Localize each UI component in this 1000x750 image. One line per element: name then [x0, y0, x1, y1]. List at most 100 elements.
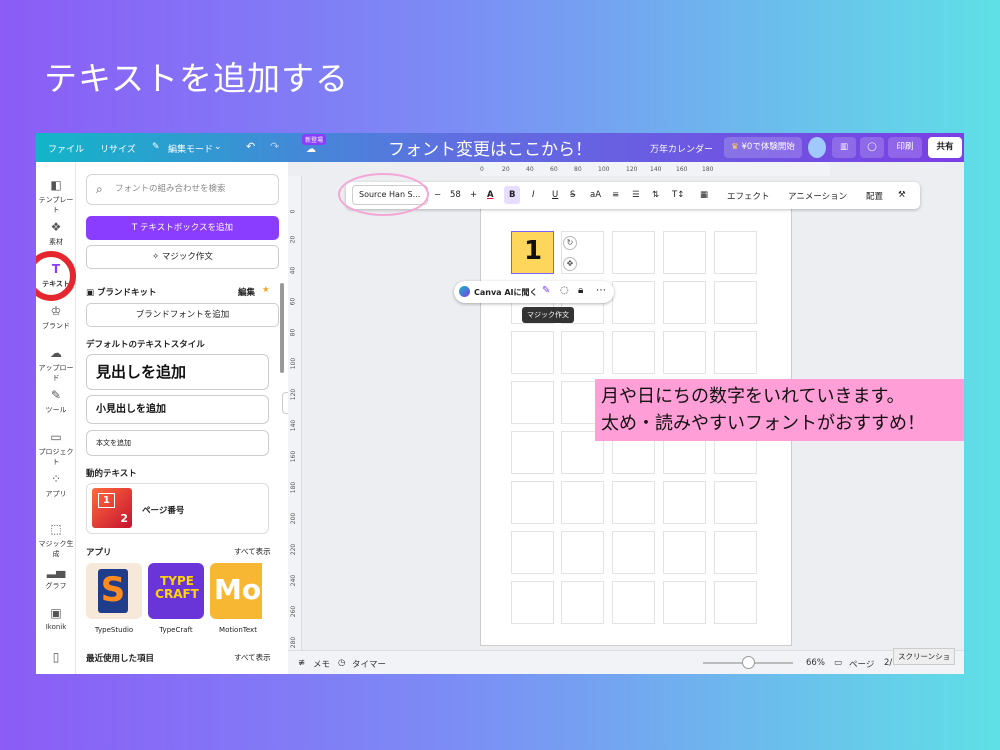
rail-item-projects[interactable]: ▭ プロジェクト — [36, 430, 76, 467]
document-title[interactable]: 万年カレンダー — [650, 142, 713, 155]
rail-item-chart[interactable]: ▂▄ グラフ — [36, 564, 76, 591]
calendar-cell[interactable] — [714, 531, 757, 574]
magic-write-icon[interactable]: ✎ — [542, 285, 550, 296]
align-center-icon[interactable]: ≡ — [612, 190, 619, 200]
undo-icon[interactable]: ↶ — [246, 140, 255, 153]
rotate-icon[interactable]: ↻ — [563, 236, 577, 250]
add-textbox-button[interactable]: T テキストボックスを追加 — [86, 216, 279, 240]
motiontext-app-card[interactable]: Mo — [210, 563, 262, 619]
calendar-cell[interactable] — [612, 231, 655, 274]
paint-format-icon[interactable]: ⚒ — [898, 190, 906, 200]
cloud-sync-icon[interactable]: ☁ — [306, 144, 316, 155]
spacing-icon[interactable]: T↕ — [672, 190, 684, 200]
add-body-button[interactable]: 本文を追加 — [86, 430, 269, 456]
calendar-cell[interactable] — [663, 231, 706, 274]
add-subheading-button[interactable]: 小見出しを追加 — [86, 395, 269, 424]
calendar-cell[interactable] — [663, 481, 706, 524]
calendar-cell[interactable] — [714, 481, 757, 524]
edit-brand-link[interactable]: 編集 — [238, 286, 255, 298]
calendar-cell[interactable] — [511, 581, 554, 624]
more-options-icon[interactable]: ⋯ — [596, 285, 606, 296]
font-size-input[interactable]: 58 — [450, 190, 461, 200]
calendar-cell[interactable] — [612, 331, 655, 374]
rail-item-apps[interactable]: ⁘ アプリ — [36, 472, 76, 499]
increase-size-button[interactable]: + — [470, 190, 477, 200]
calendar-cell[interactable] — [511, 331, 554, 374]
resize-menu[interactable]: リサイズ — [100, 142, 136, 155]
page-number-card[interactable]: 1 2 ページ番号 — [86, 483, 269, 534]
add-heading-button[interactable]: 見出しを追加 — [86, 354, 269, 390]
pages-icon[interactable]: ▭ — [834, 658, 842, 668]
redo-icon[interactable]: ↷ — [270, 140, 279, 153]
animation-button[interactable]: アニメーション — [788, 190, 847, 202]
calendar-cell[interactable] — [714, 231, 757, 274]
rail-item-template[interactable]: ◧ テンプレート — [36, 178, 76, 215]
calendar-cell-selected[interactable]: 1 — [511, 231, 554, 274]
panel-scrollbar[interactable] — [280, 283, 284, 373]
transparency-icon[interactable]: ▦ — [700, 190, 708, 200]
strikethrough-icon[interactable]: S̶ — [570, 190, 575, 200]
notes-icon[interactable]: ≢ — [298, 658, 305, 668]
calendar-cell[interactable] — [663, 281, 706, 324]
list-icon[interactable]: ☰ — [632, 190, 640, 200]
rail-item-more[interactable]: ▯ — [36, 650, 76, 667]
italic-button[interactable]: I — [532, 190, 535, 200]
calendar-cell[interactable] — [663, 331, 706, 374]
rail-item-elements[interactable]: ❖ 素材 — [36, 220, 76, 247]
print-button[interactable]: 印刷 — [888, 137, 922, 158]
lock-icon[interactable]: 🔒︎ — [578, 285, 583, 296]
calendar-cell[interactable] — [561, 331, 604, 374]
file-menu[interactable]: ファイル — [48, 142, 84, 155]
calendar-cell[interactable] — [511, 431, 554, 474]
comment-add-icon[interactable]: ◌ — [560, 285, 569, 296]
bold-button[interactable]: B — [504, 186, 521, 204]
calendar-cell[interactable] — [612, 581, 655, 624]
calendar-cell[interactable] — [561, 481, 604, 524]
edit-mode-menu[interactable]: 編集モード — [168, 142, 213, 155]
calendar-cell[interactable] — [714, 331, 757, 374]
rail-item-brand[interactable]: ♔ ブランド — [36, 304, 76, 331]
rail-item-upload[interactable]: ☁ アップロード — [36, 346, 76, 383]
move-icon[interactable]: ✥ — [563, 257, 577, 271]
calendar-cell[interactable] — [561, 531, 604, 574]
analytics-icon[interactable]: ▥ — [832, 137, 856, 158]
add-brand-font-button[interactable]: ブランドフォントを追加 — [86, 303, 279, 327]
decrease-size-button[interactable]: − — [434, 190, 441, 200]
comment-icon[interactable]: ◯ — [860, 137, 884, 158]
calendar-cell[interactable] — [511, 531, 554, 574]
underline-button[interactable]: U — [552, 190, 558, 200]
rail-item-ikonik[interactable]: ▣ Ikonik — [36, 606, 76, 631]
chevron-down-icon[interactable]: ⌄ — [214, 142, 222, 152]
calendar-cell[interactable] — [663, 581, 706, 624]
canva-ai-button[interactable]: Canva AIに聞く — [474, 287, 538, 298]
avatar[interactable] — [808, 137, 826, 158]
calendar-cell[interactable] — [612, 531, 655, 574]
calendar-cell[interactable] — [714, 581, 757, 624]
effects-button[interactable]: エフェクト — [727, 190, 770, 202]
share-button[interactable]: 共有 — [928, 137, 962, 158]
date-number[interactable]: 1 — [524, 236, 542, 266]
calendar-cell[interactable] — [714, 281, 757, 324]
calendar-cell[interactable] — [561, 581, 604, 624]
notes-button[interactable]: メモ — [313, 658, 330, 670]
rail-item-magic[interactable]: ⬚ マジック生成 — [36, 522, 76, 559]
rail-item-tools[interactable]: ✎ ツール — [36, 388, 76, 415]
zoom-level[interactable]: 66% — [806, 658, 825, 668]
position-button[interactable]: 配置 — [866, 190, 883, 202]
see-all-apps-link[interactable]: すべて表示 — [234, 546, 271, 557]
pages-button[interactable]: ページ — [849, 658, 874, 670]
calendar-cell[interactable] — [612, 481, 655, 524]
calendar-cell[interactable] — [511, 481, 554, 524]
see-all-recent-link[interactable]: すべて表示 — [234, 652, 271, 663]
calendar-cell[interactable] — [663, 531, 706, 574]
zoom-slider-handle[interactable] — [742, 656, 755, 669]
font-search-input[interactable]: ⌕ フォントの組み合わせを検索 — [86, 174, 279, 205]
calendar-cell[interactable] — [612, 281, 655, 324]
timer-button[interactable]: タイマー — [352, 658, 386, 670]
vertical-text-icon[interactable]: ⇅ — [652, 190, 659, 200]
text-color-icon[interactable]: A — [487, 190, 494, 200]
calendar-cell[interactable] — [511, 381, 554, 424]
timer-icon[interactable]: ◷ — [338, 658, 345, 668]
typecraft-app-card[interactable]: TYPE CRAFT — [148, 563, 204, 619]
trial-button[interactable]: ♛ ¥0で体験開始 — [724, 137, 802, 158]
